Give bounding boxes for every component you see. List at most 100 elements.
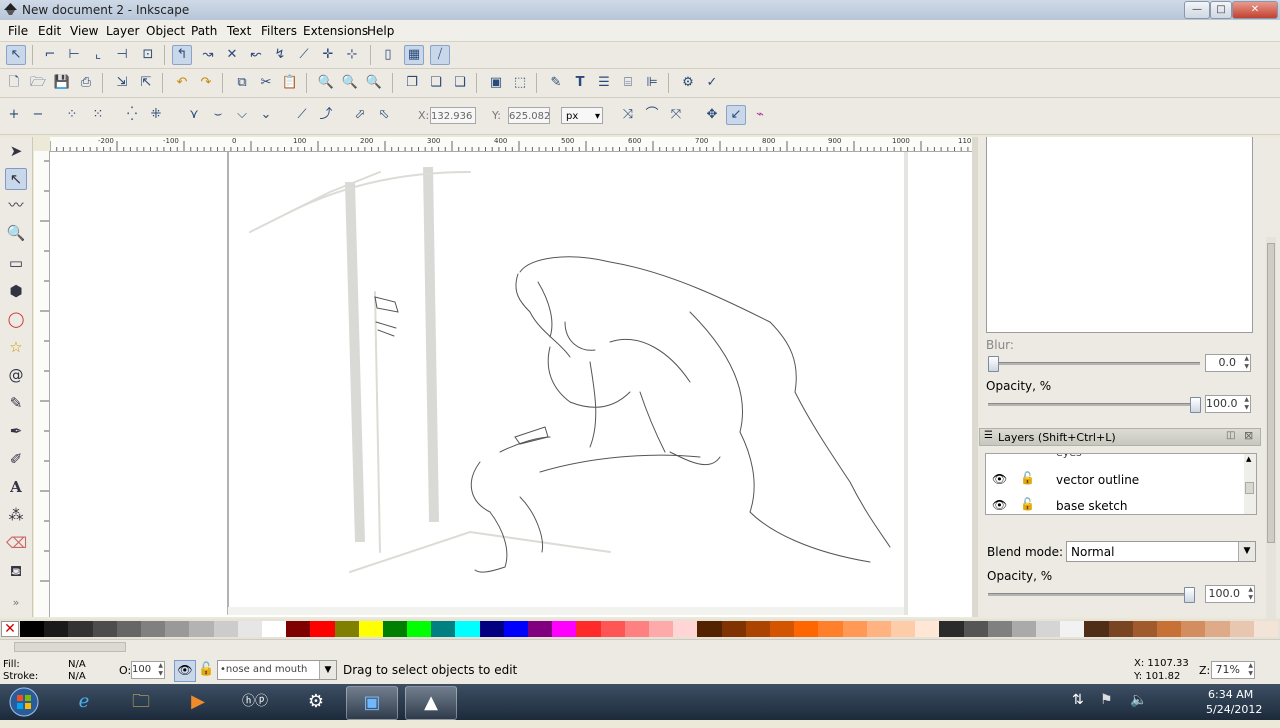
paste-icon[interactable]: 📋 [280,73,300,93]
color-swatch[interactable] [1036,621,1061,637]
y-coordinate-field[interactable]: 625.082 [508,107,550,124]
pencil-tool-icon[interactable]: ✎ [6,393,26,413]
color-swatch[interactable] [503,621,529,637]
clippath-edit-icon[interactable]: ⌁ [750,105,770,125]
fill-stroke-icon[interactable]: ✎ [546,73,566,93]
3d-box-tool-icon[interactable]: ⬢ [6,281,26,301]
file-explorer-icon[interactable]: 🗀 [116,686,166,718]
show-handles-icon[interactable]: ⌒ [642,105,662,125]
visibility-eye-icon[interactable]: 👁 [992,472,1007,486]
color-swatch[interactable] [1181,621,1206,637]
snap-smooth-icon[interactable]: ↯ [270,45,290,65]
color-swatch[interactable] [1205,621,1231,637]
node-tool-icon[interactable]: ↖ [5,168,27,190]
scroll-up-icon[interactable]: ▲ [1246,455,1251,463]
color-swatch[interactable] [769,621,795,637]
color-swatch[interactable] [576,621,602,637]
insert-node-icon[interactable]: + [4,105,24,125]
unit-select[interactable]: px ▾ [561,107,603,124]
blur-slider-knob[interactable] [988,356,999,372]
dock-icon[interactable]: ◫ [1226,430,1235,441]
blur-slider-track[interactable] [988,362,1200,365]
undo-icon[interactable]: ↶ [172,73,192,93]
color-swatch[interactable] [1011,621,1037,637]
menu-file[interactable]: File [8,24,28,38]
filter-opacity-slider-knob[interactable] [1190,397,1201,413]
close-button[interactable]: ✕ [1232,1,1278,19]
color-swatch[interactable] [1229,621,1255,637]
opacity-field[interactable]: 100 [131,661,165,679]
color-swatch[interactable] [745,621,771,637]
new-document-icon[interactable]: 🗋 [4,73,24,93]
color-swatch[interactable] [310,621,335,637]
color-swatch[interactable] [479,621,505,637]
spray-tool-icon[interactable]: ⁂ [6,505,26,525]
color-swatch[interactable] [431,621,456,637]
color-swatch[interactable] [358,621,384,637]
make-symmetric-icon[interactable]: ⌵ [232,105,252,125]
menu-layer[interactable]: Layer [106,24,139,38]
snap-grid-icon[interactable]: ▦ [404,45,424,65]
current-layer-select[interactable]: •nose and mouth ▼ [217,660,337,680]
inkscape-app-icon[interactable] [4,3,17,16]
color-swatch[interactable] [68,621,94,637]
layer-row[interactable]: eyes [986,454,1242,460]
close-panel-icon[interactable]: ⊠ [1244,429,1253,442]
color-swatch[interactable] [455,621,481,637]
hp-icon[interactable]: ⓗⓟ [230,686,280,718]
color-swatch[interactable] [600,621,626,637]
color-swatch[interactable] [673,621,698,637]
lock-icon[interactable]: 🔓 [198,662,214,677]
clone-icon[interactable]: ❏ [426,73,446,93]
ellipse-tool-icon[interactable]: ◯ [6,309,26,329]
lock-icon[interactable]: 🔓 [1020,471,1035,485]
show-path-outline-icon[interactable]: ↙ [726,105,746,125]
color-swatch[interactable] [189,621,215,637]
snap-cusp-icon[interactable]: ↜ [246,45,266,65]
color-swatch[interactable] [1084,621,1110,637]
text-tool-icon[interactable]: A [6,477,26,497]
menu-text[interactable]: Text [227,24,251,38]
snap-nodes-icon[interactable]: ↰ [172,45,192,65]
zoom-drawing-icon[interactable]: 🔍 [340,73,360,93]
join-segment-icon[interactable]: ⁛ [122,105,142,125]
snap-page-icon[interactable]: ▯ [378,45,398,65]
segment-line-icon[interactable]: ⟋ [292,105,312,125]
menu-path[interactable]: Path [191,24,217,38]
toggle-layer-visibility-icon[interactable]: 👁 [174,660,196,682]
color-swatch[interactable] [407,621,432,637]
spiral-tool-icon[interactable]: @ [6,365,26,385]
cut-icon[interactable]: ✂ [256,73,276,93]
stroke-to-path-icon[interactable]: ⬁ [374,105,394,125]
ungroup-icon[interactable]: ⬚ [510,73,530,93]
canvas[interactable] [50,152,972,617]
pen-tool-icon[interactable]: ✒ [6,421,26,441]
rectangle-tool-icon[interactable]: ▭ [6,253,26,273]
color-swatch[interactable] [1132,621,1158,637]
color-swatch[interactable] [963,621,989,637]
internet-explorer-icon[interactable]: ℯ [59,686,109,718]
next-path-effect-icon[interactable]: ✥ [702,105,722,125]
layer-row[interactable]: 👁 🔓 vector outline [986,470,1242,490]
zoom-selection-icon[interactable]: 🔍 [316,73,336,93]
snap-bbox-icon[interactable]: ⌐ [40,45,60,65]
menu-filters[interactable]: Filters [261,24,297,38]
zoom-field[interactable]: 71% [1211,661,1255,679]
horizontal-scrollbar[interactable] [14,642,126,652]
delete-node-icon[interactable]: − [28,105,48,125]
copy-icon[interactable]: ⧉ [232,73,252,93]
filter-opacity-slider-track[interactable] [988,403,1200,406]
import-icon[interactable]: ⇲ [112,73,132,93]
speaker-icon[interactable]: 🔈 [1130,692,1147,708]
color-swatch[interactable] [44,621,69,637]
zoom-tool-icon[interactable]: 🔍 [6,223,26,243]
color-swatch[interactable] [987,621,1013,637]
color-swatch[interactable] [286,621,311,637]
color-swatch[interactable] [1108,621,1134,637]
color-swatch[interactable] [890,621,916,637]
group-icon[interactable]: ▣ [486,73,506,93]
calligraphy-tool-icon[interactable]: ✐ [6,449,26,469]
document-properties-icon[interactable]: ✓ [702,73,722,93]
canvas-vertical-scrollbar[interactable] [972,137,978,617]
remote-desktop-icon[interactable]: ▣ [346,686,398,720]
